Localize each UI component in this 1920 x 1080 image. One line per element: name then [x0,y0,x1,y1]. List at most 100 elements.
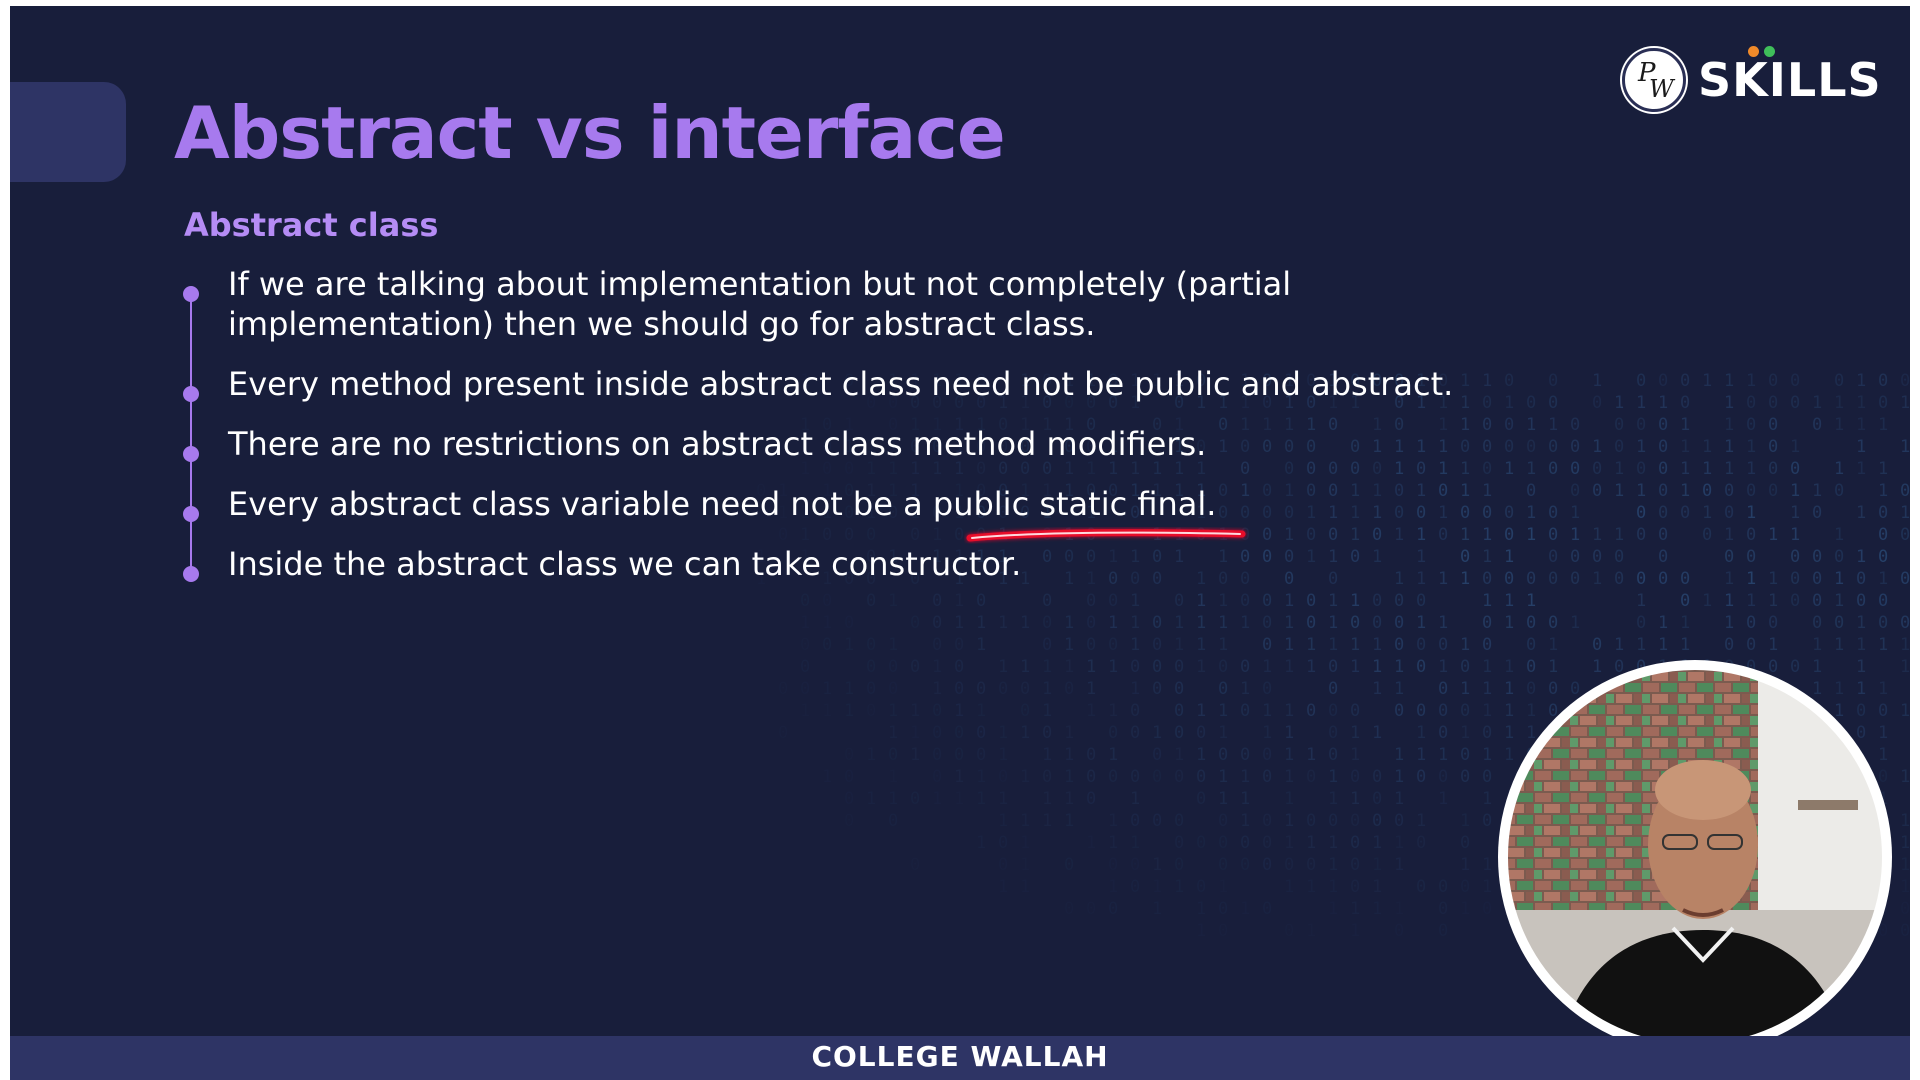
svg-text:0: 0 [976,591,986,611]
svg-text:0: 0 [1482,899,1492,919]
svg-text:1: 1 [1570,525,1580,545]
svg-text:1: 1 [1812,635,1822,655]
circle-bullet-icon [183,386,199,402]
svg-text:1: 1 [1394,767,1404,787]
svg-text:0: 0 [1174,767,1184,787]
svg-text:1: 1 [844,679,854,699]
svg-text:1: 1 [1460,635,1470,655]
svg-text:0: 0 [1416,767,1426,787]
svg-text:0: 0 [1658,459,1668,479]
svg-text:1: 1 [1284,877,1294,897]
svg-text:W: W [1649,75,1676,103]
svg-text:0: 0 [866,679,876,699]
svg-text:1: 1 [954,767,964,787]
svg-text:0: 0 [1658,569,1668,589]
svg-text:0: 0 [1152,657,1162,677]
svg-text:0: 0 [1328,701,1338,721]
svg-text:1: 1 [1020,833,1030,853]
svg-text:0: 0 [1438,679,1448,699]
svg-text:0: 0 [1064,855,1074,875]
svg-text:0: 0 [1834,371,1844,391]
svg-text:1: 1 [1086,701,1096,721]
svg-text:1: 1 [1130,613,1140,633]
svg-text:0: 0 [1306,701,1316,721]
svg-text:0: 0 [1394,701,1404,721]
svg-text:1: 1 [1416,745,1426,765]
svg-text:0: 0 [1636,503,1646,523]
svg-text:0: 0 [1130,723,1140,743]
svg-text:0: 0 [1768,415,1778,435]
svg-text:0: 0 [1812,613,1822,633]
svg-text:0: 0 [998,833,1008,853]
svg-text:1: 1 [1548,635,1558,655]
svg-text:0: 0 [1570,459,1580,479]
svg-text:1: 1 [1350,591,1360,611]
svg-text:0: 0 [1240,833,1250,853]
svg-text:1: 1 [1834,569,1844,589]
svg-text:0: 0 [1240,591,1250,611]
svg-text:0: 0 [1438,899,1448,919]
svg-text:1: 1 [910,745,920,765]
svg-text:0: 0 [1262,591,1272,611]
svg-text:1: 1 [1900,393,1910,413]
svg-text:1: 1 [1152,855,1162,875]
svg-text:0: 0 [1768,613,1778,633]
svg-text:1: 1 [1196,613,1206,633]
svg-text:0: 0 [1460,767,1470,787]
svg-text:0: 0 [1460,657,1470,677]
svg-text:1: 1 [1482,745,1492,765]
svg-text:1: 1 [1680,481,1690,501]
svg-text:0: 0 [1174,657,1184,677]
svg-text:1: 1 [1900,767,1910,787]
svg-text:1: 1 [1196,591,1206,611]
svg-text:1: 1 [1482,701,1492,721]
svg-text:0: 0 [1174,855,1184,875]
svg-text:1: 1 [1856,371,1866,391]
svg-text:1: 1 [1856,459,1866,479]
svg-text:0: 0 [1042,767,1052,787]
svg-text:0: 0 [1746,525,1756,545]
svg-text:1: 1 [1834,525,1844,545]
svg-text:0: 0 [1350,701,1360,721]
svg-text:0: 0 [1130,657,1140,677]
svg-text:0: 0 [1438,877,1448,897]
svg-text:0: 0 [844,767,854,787]
logo-text: SKILLS [1698,53,1882,107]
svg-text:0: 0 [1592,459,1602,479]
svg-text:1: 1 [800,613,810,633]
svg-text:0: 0 [954,745,964,765]
svg-text:0: 0 [1262,525,1272,545]
svg-text:1: 1 [1658,635,1668,655]
svg-text:0: 0 [1328,679,1338,699]
svg-text:0: 0 [1878,591,1888,611]
svg-text:1: 1 [976,613,986,633]
svg-text:1: 1 [1130,679,1140,699]
svg-text:1: 1 [1372,855,1382,875]
svg-text:1: 1 [1196,899,1206,919]
svg-text:1: 1 [1086,657,1096,677]
svg-text:1: 1 [1328,591,1338,611]
svg-text:1: 1 [1350,525,1360,545]
svg-text:1: 1 [1878,481,1888,501]
svg-text:0: 0 [888,745,898,765]
svg-text:0: 0 [1548,437,1558,457]
svg-text:0: 0 [1284,855,1294,875]
svg-text:1: 1 [1438,657,1448,677]
svg-text:0: 0 [1592,481,1602,501]
svg-text:1: 1 [1042,657,1052,677]
svg-text:0: 0 [1614,437,1624,457]
svg-text:0: 0 [932,635,942,655]
svg-text:1: 1 [1482,789,1492,809]
svg-text:0: 0 [1900,371,1910,391]
svg-text:1: 1 [1020,877,1030,897]
svg-text:0: 0 [1526,657,1536,677]
svg-text:1: 1 [1394,833,1404,853]
svg-text:1: 1 [1218,635,1228,655]
svg-text:1: 1 [1284,745,1294,765]
svg-text:1: 1 [800,525,810,545]
svg-text:1: 1 [1636,393,1646,413]
svg-text:0: 0 [1680,569,1690,589]
svg-text:0: 0 [998,767,1008,787]
svg-text:0: 0 [1702,481,1712,501]
svg-text:1: 1 [1834,635,1844,655]
